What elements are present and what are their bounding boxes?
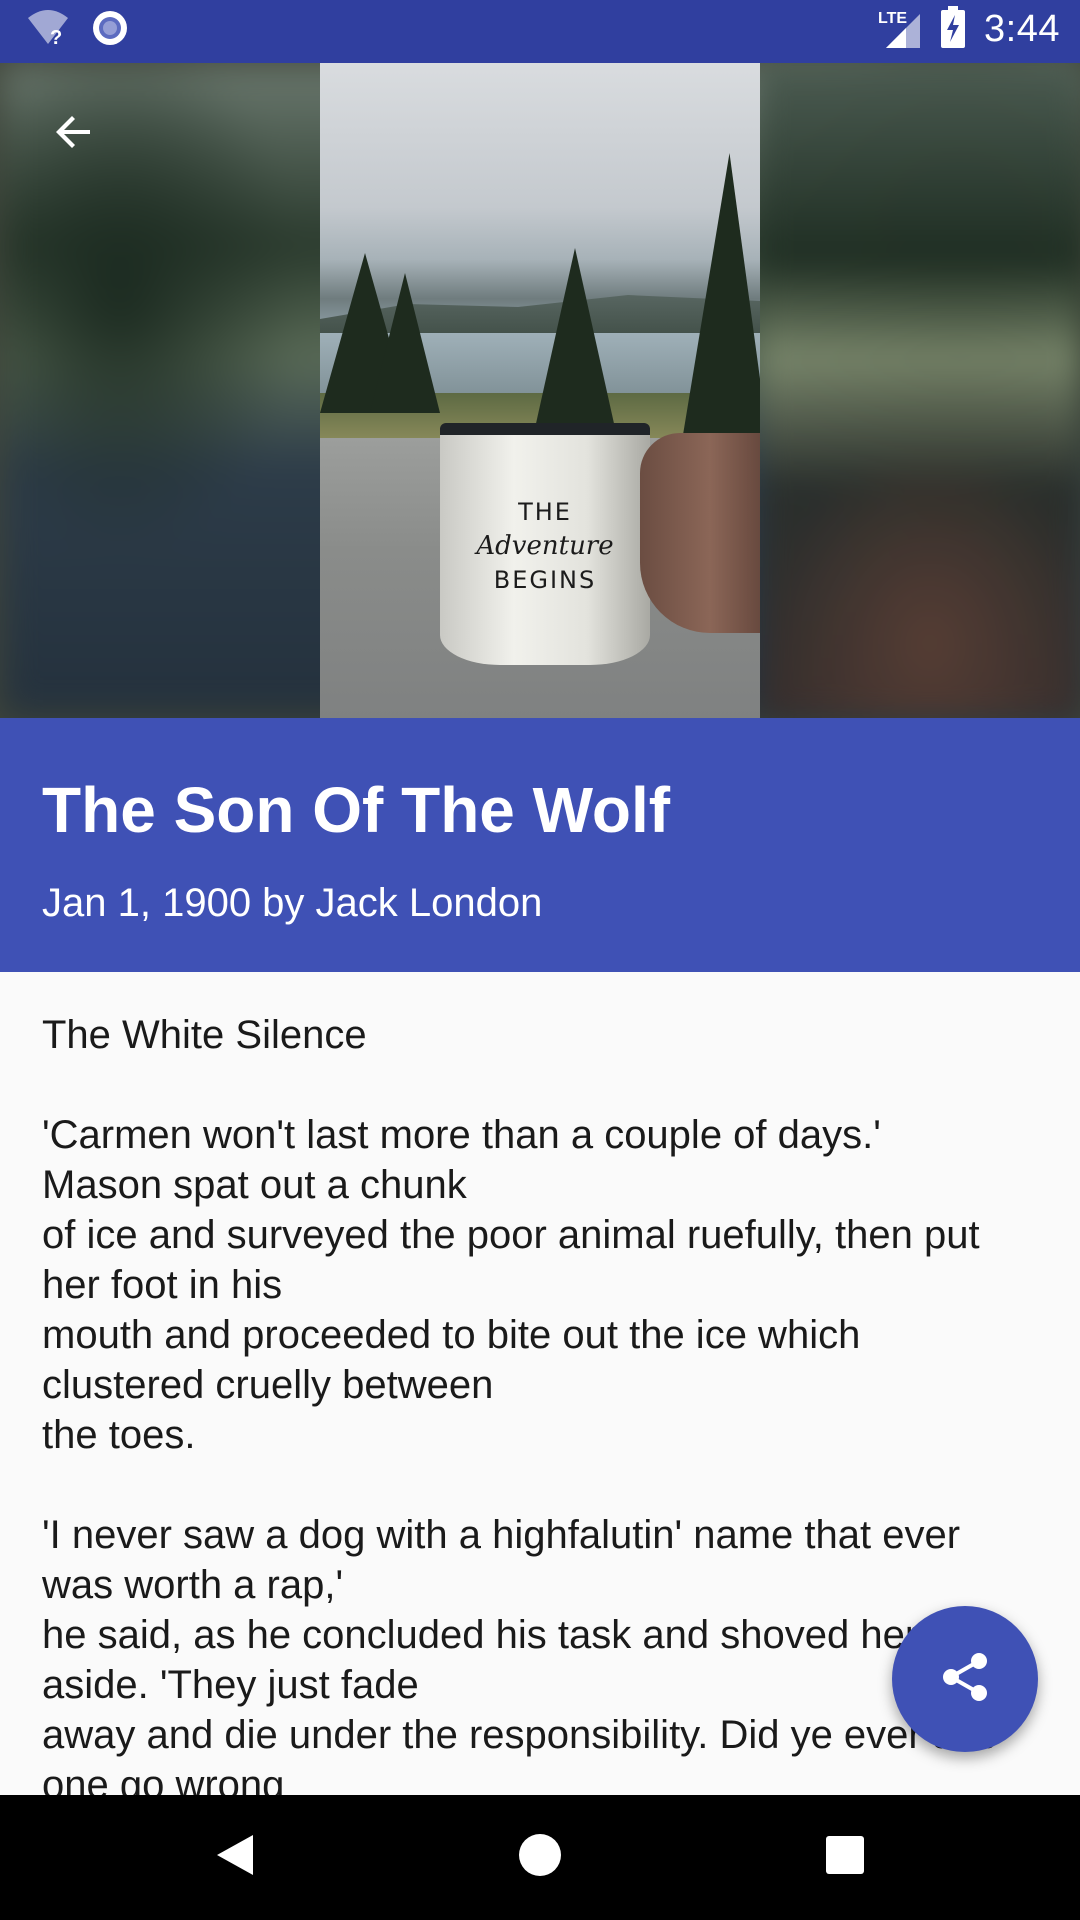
wifi-unknown-icon: ? (26, 8, 70, 53)
mug-print: THE Adventure BEGINS (440, 495, 650, 597)
nav-recents-button[interactable] (775, 1795, 915, 1920)
arrow-back-icon (50, 108, 98, 161)
mug-line-2: Adventure (476, 531, 614, 561)
home-circle-icon (517, 1832, 563, 1883)
back-button[interactable] (28, 88, 120, 180)
sync-icon (90, 8, 130, 53)
status-left-icons: ? (26, 8, 130, 53)
status-right-icons: LTE 3:44 (878, 6, 1060, 53)
hero-photo: THE Adventure BEGINS (320, 63, 760, 718)
photo-hand (640, 433, 760, 633)
navigation-bar (0, 1795, 1080, 1920)
status-bar: ? LTE 3:44 (0, 0, 1080, 63)
hero-blurred-right (760, 63, 1080, 718)
svg-text:?: ? (50, 27, 62, 48)
nav-home-button[interactable] (470, 1795, 610, 1920)
book-date-author: Jan 1, 1900 by Jack London (42, 881, 543, 925)
battery-charging-icon (940, 6, 966, 53)
hero-image: THE Adventure BEGINS (0, 63, 1080, 718)
photo-mug: THE Adventure BEGINS (440, 423, 650, 665)
back-triangle-icon (213, 1831, 257, 1884)
signal-icon: LTE (878, 10, 922, 50)
mug-line-3: BEGINS (493, 566, 597, 594)
share-icon (937, 1649, 993, 1710)
book-title: The Son Of The Wolf (42, 774, 671, 846)
share-button[interactable] (892, 1606, 1038, 1752)
clock: 3:44 (984, 8, 1060, 50)
mug-line-1: THE (518, 498, 572, 526)
nav-back-button[interactable] (165, 1795, 305, 1920)
recents-square-icon (824, 1834, 866, 1881)
